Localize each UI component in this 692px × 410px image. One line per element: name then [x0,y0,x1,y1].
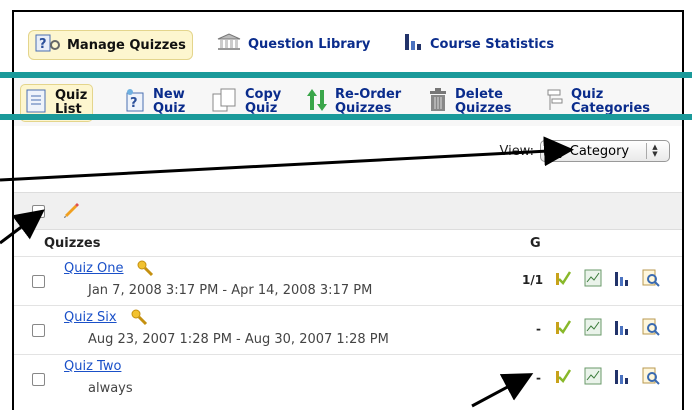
categories-icon [546,88,564,116]
toolbar-new-quiz[interactable]: ? New Quiz [124,84,185,120]
grade-check-icon[interactable] [554,367,572,389]
toolbar-label: Re-Order Quizzes [335,87,402,116]
tab-label: Question Library [248,36,371,52]
toolbar-copy-quiz[interactable]: Copy Quiz [212,84,281,120]
key-icon [130,308,148,330]
statistics-icon[interactable] [614,269,630,291]
trash-icon [428,88,448,116]
copy-icon [212,88,238,116]
reorder-arrows-icon [306,88,328,116]
toolbar-label: Quiz List [55,88,88,117]
quiz-link[interactable]: Quiz Two [64,359,121,374]
toolbar-label: New Quiz [153,87,186,116]
toolbar-quiz-categories[interactable]: Quiz Categories [546,84,650,120]
statistics-icon[interactable] [614,367,630,389]
report-icon[interactable] [584,367,602,389]
quiz-toolbar: Quiz List ? New Quiz Copy Quiz Re-Order … [14,76,682,126]
edit-pencil-icon[interactable] [62,201,80,223]
view-selector-row: View: By Category ▲ ▼ [499,140,670,162]
tab-manage-quizzes[interactable]: ? Manage Quizzes [28,30,193,60]
tab-course-statistics[interactable]: Course Statistics [404,30,554,58]
app-frame: ? Manage Quizzes Question Library Course… [12,10,684,410]
row-actions [554,367,660,389]
quiz-date-range: Jan 7, 2008 3:17 PM - Apr 14, 2008 3:17 … [88,283,373,298]
bar-chart-icon [404,32,424,56]
tab-question-library[interactable]: Question Library [216,30,370,58]
row-checkbox[interactable] [32,324,45,337]
nav-divider [14,72,682,73]
preview-magnifier-icon[interactable] [642,367,660,389]
view-select[interactable]: By Category ▲ ▼ [540,140,670,162]
quiz-date-range: always [88,381,133,396]
select-stepper-icon: ▲ ▼ [646,143,663,159]
table-row: Quiz One Jan 7, 2008 3:17 PM - Apr 14, 2… [14,256,682,305]
toolbar-quiz-list[interactable]: Quiz List [20,84,94,122]
report-icon[interactable] [584,318,602,340]
quiz-link[interactable]: Quiz Six [64,310,117,325]
row-checkbox[interactable] [32,275,45,288]
list-icon [26,89,48,117]
statistics-icon[interactable] [614,318,630,340]
grade-value: - [536,371,541,385]
view-label: View: [499,143,534,159]
report-icon[interactable] [584,269,602,291]
quiz-link[interactable]: Quiz One [64,261,124,276]
table-row: Quiz Two always - [14,354,682,403]
toolbar-delete-quizzes[interactable]: Delete Quizzes [428,84,511,120]
toolbar-reorder-quizzes[interactable]: Re-Order Quizzes [306,84,401,120]
row-actions [554,318,660,340]
svg-text:?: ? [130,96,138,111]
grade-value: - [536,322,541,336]
toolbar-label: Quiz Categories [571,87,651,116]
table-row: Quiz Six Aug 23, 2007 1:28 PM - Aug 30, … [14,305,682,354]
toolbar-label: Delete Quizzes [455,87,512,116]
column-header-g: G [530,236,541,251]
grade-check-icon[interactable] [554,269,572,291]
view-select-value: By Category [549,143,630,159]
svg-text:?: ? [39,37,47,52]
grade-check-icon[interactable] [554,318,572,340]
preview-magnifier-icon[interactable] [642,269,660,291]
column-header-quizzes[interactable]: Quizzes [44,236,100,251]
row-actions [554,269,660,291]
row-checkbox[interactable] [32,373,45,386]
key-icon [136,259,154,281]
quiz-date-range: Aug 23, 2007 1:28 PM - Aug 30, 2007 1:28… [88,332,389,347]
bulk-action-bar [14,192,682,230]
toolbar-label: Copy Quiz [245,87,282,116]
tab-label: Course Statistics [430,36,555,52]
select-all-checkbox[interactable] [32,205,45,218]
preview-magnifier-icon[interactable] [642,318,660,340]
grade-value: 1/1 [522,273,544,287]
tab-label: Manage Quizzes [67,37,186,53]
top-nav: ? Manage Quizzes Question Library Course… [14,12,682,70]
question-gear-icon: ? [35,33,61,57]
new-quiz-icon: ? [124,88,146,116]
library-building-icon [216,33,242,55]
